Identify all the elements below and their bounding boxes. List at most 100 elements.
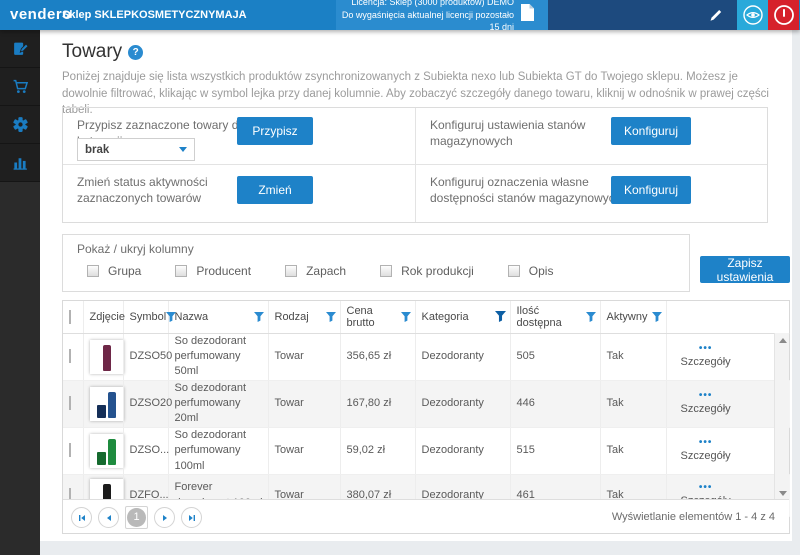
cell-type: Towar bbox=[268, 333, 340, 380]
bulk-actions-left-column: Przypisz zaznaczone towary do kategorii … bbox=[63, 108, 415, 222]
table-footer: 1 Wyświetlanie elementów 1 - 4 z 4 bbox=[63, 499, 789, 533]
cell-active: Tak bbox=[600, 333, 666, 380]
table-vertical-scrollbar[interactable] bbox=[774, 333, 789, 501]
previous-page-button[interactable] bbox=[98, 507, 119, 528]
checkbox-producent[interactable] bbox=[175, 265, 187, 277]
left-sidebar-nav bbox=[0, 30, 40, 555]
box-shape bbox=[97, 452, 106, 465]
top-header-bar: vendero Sklep SKLEPKOSMETYCZNYMAJA Licen… bbox=[0, 0, 800, 30]
change-status-section: Zmień status aktywności zaznaczonych tow… bbox=[63, 165, 415, 222]
cell-symbol: DZSO50 bbox=[123, 333, 168, 380]
table-row: DZSO... So dezodorant perfumowany 100ml … bbox=[63, 427, 790, 474]
bottle-shape bbox=[108, 439, 116, 465]
first-page-icon bbox=[78, 514, 86, 522]
details-link[interactable]: •••Szczegóły bbox=[673, 343, 731, 370]
scroll-up-arrow-icon[interactable] bbox=[779, 338, 787, 343]
sidebar-item-statistics[interactable] bbox=[0, 144, 40, 182]
help-icon[interactable]: ? bbox=[128, 45, 143, 60]
sidebar-item-products[interactable] bbox=[0, 30, 40, 68]
cell-type: Towar bbox=[268, 427, 340, 474]
bar-chart-icon bbox=[12, 154, 29, 171]
bottle-shape bbox=[108, 392, 116, 418]
details-link[interactable]: •••Szczegóły bbox=[673, 390, 731, 417]
column-toggle-zapach: Zapach bbox=[285, 264, 346, 278]
scroll-down-arrow-icon[interactable] bbox=[779, 491, 787, 496]
row-checkbox[interactable] bbox=[69, 349, 71, 363]
change-status-button[interactable]: Zmień bbox=[237, 176, 313, 204]
current-page-number: 1 bbox=[127, 508, 146, 527]
filter-funnel-icon[interactable] bbox=[652, 312, 662, 322]
select-all-checkbox[interactable] bbox=[69, 310, 71, 324]
category-select[interactable]: brak bbox=[77, 138, 195, 161]
cell-symbol: DZSO... bbox=[123, 427, 168, 474]
filter-funnel-icon-active[interactable] bbox=[495, 311, 506, 322]
header-symbol: Symbol bbox=[123, 301, 168, 333]
checkbox-opis[interactable] bbox=[508, 265, 520, 277]
cell-active: Tak bbox=[600, 380, 666, 427]
power-icon bbox=[773, 4, 795, 26]
row-checkbox[interactable] bbox=[69, 443, 71, 457]
edit-pencil-icon[interactable] bbox=[703, 0, 729, 30]
assign-category-section: Przypisz zaznaczone towary do kategorii … bbox=[63, 108, 415, 165]
cart-icon bbox=[12, 78, 29, 95]
content-card: Towary? Poniżej znajduje się lista wszys… bbox=[40, 30, 792, 541]
checkbox-zapach[interactable] bbox=[285, 265, 297, 277]
bulk-actions-panel: Przypisz zaznaczone towary do kategorii … bbox=[62, 107, 768, 223]
license-line1: Licencja: Sklep (3000 produktów) DEMO bbox=[336, 0, 514, 9]
checkbox-grupa[interactable] bbox=[87, 265, 99, 277]
edit-note-icon bbox=[12, 40, 29, 57]
preview-shop-button[interactable] bbox=[737, 0, 768, 30]
logout-button[interactable] bbox=[768, 0, 799, 30]
chevron-down-icon bbox=[179, 147, 187, 152]
cell-name: So dezodorant perfumowany 20ml bbox=[168, 380, 268, 427]
filter-funnel-icon[interactable] bbox=[401, 312, 411, 322]
bottle-shape bbox=[103, 345, 111, 371]
show-hide-columns-label: Pokaż / ukryj kolumny bbox=[77, 242, 675, 256]
configure-stock-button[interactable]: Konfiguruj bbox=[611, 117, 691, 145]
cell-quantity: 515 bbox=[510, 427, 600, 474]
current-page-button[interactable]: 1 bbox=[125, 506, 148, 529]
first-page-button[interactable] bbox=[71, 507, 92, 528]
eye-icon bbox=[742, 4, 764, 26]
header-photo: Zdjęcie bbox=[83, 301, 123, 333]
cell-active: Tak bbox=[600, 427, 666, 474]
configure-availability-button[interactable]: Konfiguruj bbox=[611, 176, 691, 204]
details-link[interactable]: •••Szczegóły bbox=[673, 437, 731, 464]
cell-name: So dezodorant perfumowany 100ml bbox=[168, 427, 268, 474]
header-details bbox=[666, 301, 790, 333]
row-checkbox[interactable] bbox=[69, 396, 71, 410]
vendero-admin-window: vendero Sklep SKLEPKOSMETYCZNYMAJA Licen… bbox=[0, 0, 800, 555]
sidebar-item-settings[interactable] bbox=[0, 106, 40, 144]
cell-quantity: 446 bbox=[510, 380, 600, 427]
availability-settings-label: Konfiguruj oznaczenia własne dostępności… bbox=[430, 174, 630, 206]
column-checkbox-row: Grupa Producent Zapach Rok produkcji bbox=[87, 264, 675, 278]
next-page-button[interactable] bbox=[154, 507, 175, 528]
filter-funnel-icon[interactable] bbox=[326, 312, 336, 322]
license-document-icon[interactable] bbox=[520, 3, 535, 27]
checkbox-rok-produkcji[interactable] bbox=[380, 265, 392, 277]
category-select-value: brak bbox=[78, 144, 179, 156]
cell-quantity: 505 bbox=[510, 333, 600, 380]
header-price: Cena brutto bbox=[340, 301, 415, 333]
column-toggle-producent: Producent bbox=[175, 264, 251, 278]
last-page-button[interactable] bbox=[181, 507, 202, 528]
filter-funnel-icon[interactable] bbox=[254, 312, 264, 322]
ellipsis-icon: ••• bbox=[681, 390, 731, 402]
sidebar-item-orders[interactable] bbox=[0, 68, 40, 106]
license-text: Licencja: Sklep (3000 produktów) DEMO Do… bbox=[336, 0, 514, 34]
save-settings-button[interactable]: Zapisz ustawienia bbox=[700, 256, 790, 283]
header-active: Aktywny bbox=[600, 301, 666, 333]
filter-funnel-icon[interactable] bbox=[586, 312, 596, 322]
assign-button[interactable]: Przypisz bbox=[237, 117, 313, 145]
cell-type: Towar bbox=[268, 380, 340, 427]
bulk-actions-right-column: Konfiguruj ustawienia stanów magazynowyc… bbox=[415, 108, 767, 222]
cell-category: Dezodoranty bbox=[415, 427, 510, 474]
cell-price: 59,02 zł bbox=[340, 427, 415, 474]
cell-price: 356,65 zł bbox=[340, 333, 415, 380]
license-line2: Do wygaśnięcia aktualnej licencji pozost… bbox=[336, 9, 514, 34]
previous-page-icon bbox=[105, 514, 113, 522]
ellipsis-icon: ••• bbox=[681, 482, 731, 494]
license-info-panel: Licencja: Sklep (3000 produktów) DEMO Do… bbox=[336, 0, 548, 30]
table-header-row: Zdjęcie Symbol Nazwa Rodzaj Cena brutto … bbox=[63, 301, 790, 333]
column-toggle-opis: Opis bbox=[508, 264, 554, 278]
